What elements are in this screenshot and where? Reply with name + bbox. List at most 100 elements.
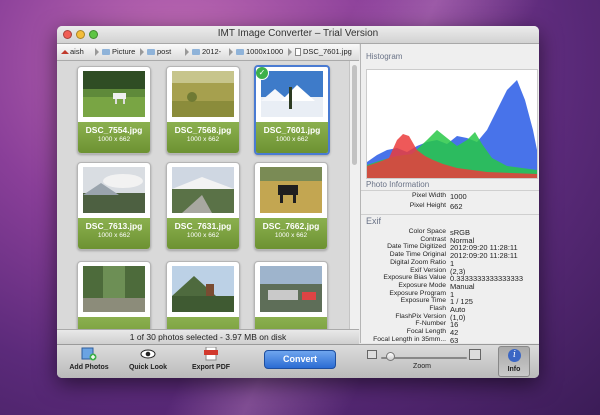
section-divider: [361, 214, 539, 215]
scrollbar-thumb[interactable]: [352, 65, 357, 165]
photo-caption: DSC_7613.jpg 1000 x 662: [78, 218, 150, 249]
photo-filename: DSC_7601.jpg: [263, 125, 321, 135]
photo-thumbnail: [83, 266, 145, 312]
exif-key: Exposure Program: [389, 289, 446, 297]
photo-card-selected[interactable]: DSC_7601.jpg 1000 x 662 ✓: [254, 65, 330, 155]
zoom-slider-knob[interactable]: [385, 352, 395, 361]
breadcrumb-item-home[interactable]: aish: [61, 47, 94, 56]
exif-key: Exposure Time: [400, 297, 446, 305]
convert-button[interactable]: Convert: [264, 350, 336, 369]
photo-thumbnail: [260, 266, 322, 312]
photo-filename: DSC_7613.jpg: [85, 221, 143, 231]
photo-card[interactable]: [166, 261, 240, 329]
large-image-icon: [469, 349, 481, 360]
breadcrumb: aish Picture post 2012- 1000x1000 DSC_76…: [57, 44, 359, 61]
add-photos-icon: [81, 347, 97, 361]
exif-key: Date Time Digitized: [387, 243, 446, 251]
photo-thumbnail: [83, 167, 145, 213]
add-photos-button[interactable]: Add Photos: [67, 347, 111, 371]
info-label: Info: [507, 366, 521, 373]
photo-card[interactable]: DSC_7568.jpg 1000 x 662: [166, 66, 240, 154]
info-icon: i: [508, 349, 521, 362]
breadcrumb-separator-icon: [229, 48, 233, 56]
info-row: Pixel Width 1000: [361, 192, 539, 202]
photo-filename: DSC_7662.jpg: [262, 221, 320, 231]
photo-dimensions: 1000 x 662: [186, 136, 220, 143]
photo-information-heading: Photo Information: [366, 180, 430, 189]
histogram: [366, 69, 538, 179]
exif-row: Focal Length in 35mm... 63: [361, 336, 539, 343]
section-divider: [361, 190, 539, 191]
bottom-toolbar: Add Photos Quick Look Export PDF Convert…: [57, 344, 539, 378]
photo-thumbnail: [261, 71, 323, 117]
photo-caption: DSC_7554.jpg 1000 x 662: [78, 122, 150, 153]
pdf-icon: [203, 346, 219, 361]
exif-key: Color Space: [408, 228, 446, 235]
zoom-label: Zoom: [413, 363, 431, 370]
folder-icon: [147, 48, 155, 55]
app-window: IMT Image Converter – Trial Version aish…: [57, 26, 539, 378]
exif-key: Exposure Mode: [398, 281, 446, 289]
photo-card[interactable]: DSC_7631.jpg 1000 x 662: [166, 162, 240, 250]
photo-card[interactable]: [77, 261, 151, 329]
exif-key: Focal Length: [406, 328, 446, 336]
info-value: 662: [450, 202, 463, 211]
photo-filename: DSC_7554.jpg: [85, 125, 143, 135]
exif-key: FlashPix Version: [395, 312, 446, 320]
window-title: IMT Image Converter – Trial Version: [217, 28, 379, 39]
photo-thumbnail: [83, 71, 145, 117]
export-pdf-button[interactable]: Export PDF: [189, 346, 233, 371]
photo-dimensions: 1000 x 662: [97, 232, 131, 239]
histogram-heading: Histogram: [366, 52, 403, 61]
info-button[interactable]: i Info: [498, 346, 530, 377]
quick-look-button[interactable]: Quick Look: [126, 347, 170, 371]
folder-icon: [236, 48, 244, 55]
photo-grid-scrollbar[interactable]: [349, 61, 360, 329]
exif-key: Contrast: [420, 235, 446, 243]
photo-card[interactable]: DSC_7554.jpg 1000 x 662: [77, 66, 151, 154]
info-value: 1000: [450, 192, 467, 201]
selection-status: 1 of 30 photos selected - 3.97 MB on dis…: [57, 329, 359, 344]
photo-card[interactable]: [254, 261, 328, 329]
photo-filename: DSC_7631.jpg: [174, 221, 232, 231]
photo-thumbnail: [172, 167, 234, 213]
photo-thumbnail: [260, 167, 322, 213]
breadcrumb-item-1000x1000[interactable]: 1000x1000: [236, 47, 286, 56]
photo-filename: DSC_7568.jpg: [174, 125, 232, 135]
photo-card[interactable]: DSC_7613.jpg 1000 x 662: [77, 162, 151, 250]
breadcrumb-item-post[interactable]: post: [147, 47, 183, 56]
exif-key: Exif Version: [410, 266, 446, 274]
photo-card[interactable]: DSC_7662.jpg 1000 x 662: [254, 162, 328, 250]
exif-key: F-Number: [415, 320, 446, 328]
info-key: Pixel Width: [412, 192, 446, 199]
exif-key: Date Time Original: [389, 251, 446, 259]
breadcrumb-item-file[interactable]: DSC_7601.jpg: [295, 47, 357, 56]
breadcrumb-item-pictures[interactable]: Picture: [102, 47, 138, 56]
folder-icon: [192, 48, 200, 55]
exif-heading: Exif: [366, 216, 382, 226]
breadcrumb-item-2012[interactable]: 2012-: [192, 47, 228, 56]
photo-dimensions: 1000 x 662: [275, 136, 309, 143]
small-image-icon: [367, 350, 377, 359]
folder-icon: [102, 48, 110, 55]
photo-thumbnail: [172, 71, 234, 117]
info-key: Pixel Height: [409, 202, 446, 209]
breadcrumb-separator-icon: [288, 48, 292, 56]
photo-dimensions: 1000 x 662: [97, 136, 131, 143]
exif-key: Focal Length in 35mm...: [373, 335, 446, 343]
photo-thumbnail: [172, 266, 234, 312]
image-file-icon: [295, 47, 301, 56]
photo-caption: DSC_7601.jpg 1000 x 662: [256, 122, 328, 153]
exif-key: Digital Zoom Ratio: [390, 258, 446, 266]
exif-value: 63: [450, 335, 459, 343]
info-row: Pixel Height 662: [361, 202, 539, 212]
home-icon: [61, 49, 69, 54]
photo-grid: DSC_7554.jpg 1000 x 662 DSC_7568.jpg 100…: [57, 61, 349, 329]
photo-caption: DSC_7568.jpg 1000 x 662: [167, 122, 239, 153]
eye-icon: [140, 347, 156, 361]
breadcrumb-separator-icon: [140, 48, 144, 56]
breadcrumb-separator-icon: [95, 48, 99, 56]
info-panel: Histogram Photo Information Pixel Width …: [360, 44, 539, 343]
photo-caption: [167, 317, 239, 329]
selected-check-icon: ✓: [256, 67, 269, 80]
